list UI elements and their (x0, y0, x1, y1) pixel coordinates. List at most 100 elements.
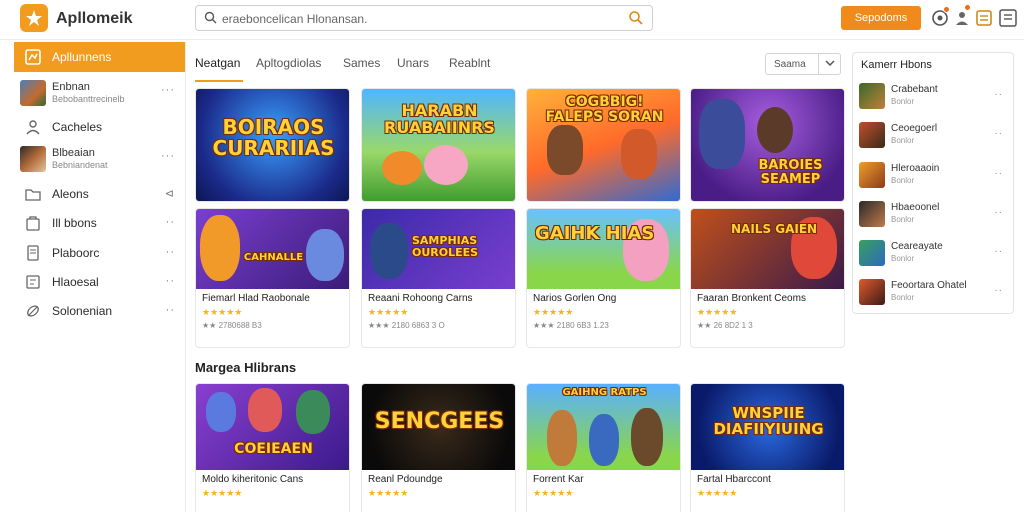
more-options-icon[interactable]: ·· (994, 168, 1003, 179)
doc-icon (20, 269, 46, 295)
more-options-icon[interactable]: ··· (161, 84, 175, 96)
bag-icon (20, 210, 46, 236)
app-icon (859, 279, 885, 305)
chevron-down-icon (824, 57, 836, 72)
search-icon (204, 11, 217, 27)
tab-games[interactable]: Sames (343, 56, 380, 70)
list-item[interactable]: Crabebant Bonlor ·· (859, 81, 1009, 111)
rating-stars: ★★★★★ (368, 307, 409, 317)
search-bar[interactable]: eraeboncelican Hlonansan. (195, 5, 653, 31)
tab-featured[interactable]: Neatgan (195, 56, 240, 70)
sidebar-item-apps[interactable]: Apllunnens (14, 42, 185, 72)
game-card[interactable]: BOIRAOS CURARIIAS (195, 88, 350, 202)
app-icon (859, 122, 885, 148)
sidebar-item-plaboorc[interactable]: Plaboorc ·· (14, 238, 185, 268)
leaf-icon (20, 298, 46, 324)
more-options-icon[interactable]: ·· (994, 128, 1003, 139)
active-tab-indicator (195, 80, 243, 82)
sidebar-item-solonenian[interactable]: Solonenian ·· (14, 296, 185, 326)
sidebar-item-sub: Bebniandenat (52, 160, 108, 170)
sign-in-button[interactable]: Sepodoms (841, 6, 921, 30)
game-thumbnail: GAIHNG RATPS (527, 384, 680, 470)
thumbnail-title: BOIRAOS CURARIIAS (212, 115, 335, 160)
game-card[interactable]: GAIHNG RATPS Forrent Kar ★★★★★ (526, 383, 681, 512)
list-item-title: Hbaeoonel (891, 202, 940, 213)
cart-icon[interactable] (974, 8, 994, 28)
game-card[interactable]: GAIHK HIAS Narios Gorlen Ong ★★★★★ ★★★ 2… (526, 208, 681, 348)
game-card[interactable]: COGBBIG! FALEPS SORAN (526, 88, 681, 202)
more-options-icon[interactable]: ·· (166, 304, 175, 316)
tab-users[interactable]: Unars (397, 56, 429, 70)
list-item-sub: Bonlor (891, 254, 915, 263)
avatar (20, 146, 46, 172)
star-logo-icon (26, 10, 42, 26)
tab-recent[interactable]: Reablnt (449, 56, 490, 70)
rating-stars: ★★★★★ (368, 488, 409, 498)
game-thumbnail: CAHNALLE (196, 209, 349, 289)
rating-stars: ★★★★★ (533, 307, 574, 317)
thumbnail-title: SENCGEES (374, 409, 505, 434)
list-item[interactable]: Ceoegoerl Bonlor ·· (859, 120, 1009, 150)
list-item[interactable]: Hbaeoonel Bonlor ·· (859, 199, 1009, 229)
app-icon (859, 201, 885, 227)
thumbnail-title: COGBBIG! FALEPS SORAN (545, 94, 664, 125)
more-options-icon[interactable]: ·· (994, 207, 1003, 218)
game-title: Reanl Pdoundge (368, 474, 443, 485)
search-input[interactable]: eraeboncelican Hlonansan. (222, 12, 367, 26)
sidebar-item-profile-1[interactable]: Enbnan Bebobanttrecinelb ··· (14, 76, 185, 110)
section-title: Margea Hlibrans (195, 360, 297, 375)
app-logo[interactable] (20, 4, 48, 32)
notification-icon[interactable] (930, 6, 950, 28)
game-card[interactable]: HARABN RUABAIINRS (361, 88, 516, 202)
more-options-icon[interactable]: ··· (161, 150, 175, 162)
sort-dropdown[interactable]: Saama (765, 53, 841, 75)
more-options-icon[interactable]: ·· (994, 246, 1003, 257)
list-item[interactable]: Feoortara Ohatel Bonlor ·· (859, 277, 1009, 307)
sidebar-item-hlaoesal[interactable]: Hlaoesal ·· (14, 267, 185, 297)
rating-stars: ★★★★★ (697, 488, 738, 498)
list-item[interactable]: Hleroaaoin Bonlor ·· (859, 160, 1009, 190)
game-card[interactable]: SAMPHIAS OUROLEES Reaani Rohoong Carns ★… (361, 208, 516, 348)
menu-icon[interactable] (998, 8, 1018, 28)
tab-applications[interactable]: Apltogdiolas (256, 56, 321, 70)
character-art (547, 410, 577, 466)
list-item[interactable]: Ceareayate Bonlor ·· (859, 238, 1009, 268)
app-icon (859, 162, 885, 188)
game-card[interactable]: WNSPIIE DIAFIIYIUING Fartal Hbarccont ★★… (690, 383, 845, 512)
game-title: Forrent Kar (533, 474, 584, 485)
sidebar-item-profile-2[interactable]: Blbeaian Bebniandenat ··· (14, 142, 185, 176)
panel-title: Kamerr Hbons (861, 59, 932, 71)
more-options-icon[interactable]: ·· (994, 285, 1003, 296)
character-art (200, 215, 240, 281)
grid-icon (20, 44, 46, 70)
game-title: Moldo kiheritonic Cans (202, 474, 304, 485)
sidebar-item-aleons[interactable]: Aleons ⊲ (14, 179, 185, 209)
sidebar-item-label: Solonenian (52, 304, 113, 318)
game-card[interactable]: BAROIES SEAMEP (690, 88, 845, 202)
list-item-title: Ceareayate (891, 241, 943, 252)
user-icon[interactable] (952, 4, 972, 28)
chevron-left-icon[interactable]: ⊲ (165, 187, 175, 200)
game-card[interactable]: COEIEAEN Moldo kiheritonic Cans ★★★★★ (195, 383, 350, 512)
character-art (296, 390, 330, 434)
more-options-icon[interactable]: ·· (166, 246, 175, 258)
more-options-icon[interactable]: ·· (166, 275, 175, 287)
character-art (248, 388, 282, 432)
search-submit-icon[interactable] (628, 10, 644, 29)
more-options-icon[interactable]: ·· (166, 216, 175, 228)
app-icon (859, 83, 885, 109)
sidebar-item-bbons[interactable]: Ill bbons ·· (14, 208, 185, 238)
game-card[interactable]: SENCGEES Reanl Pdoundge ★★★★★ (361, 383, 516, 512)
character-art (382, 151, 422, 185)
game-title: Faaran Bronkent Ceoms (697, 293, 806, 304)
divider (818, 54, 819, 74)
game-meta: ★★ 26 8D2 1 3 (697, 321, 753, 330)
game-card[interactable]: CAHNALLE Fiemarl Hlad Raobonale ★★★★★ ★★… (195, 208, 350, 348)
sidebar-item-label: Aleons (52, 187, 89, 201)
sidebar-item-cacheles[interactable]: Cacheles (14, 112, 185, 142)
game-card[interactable]: NAILS GAIEN Faaran Bronkent Ceoms ★★★★★ … (690, 208, 845, 348)
sidebar-item-label: Plaboorc (52, 246, 100, 260)
game-title: Fiemarl Hlad Raobonale (202, 293, 310, 304)
sidebar-item-label: Apllunnens (52, 50, 112, 64)
more-options-icon[interactable]: ·· (994, 89, 1003, 100)
